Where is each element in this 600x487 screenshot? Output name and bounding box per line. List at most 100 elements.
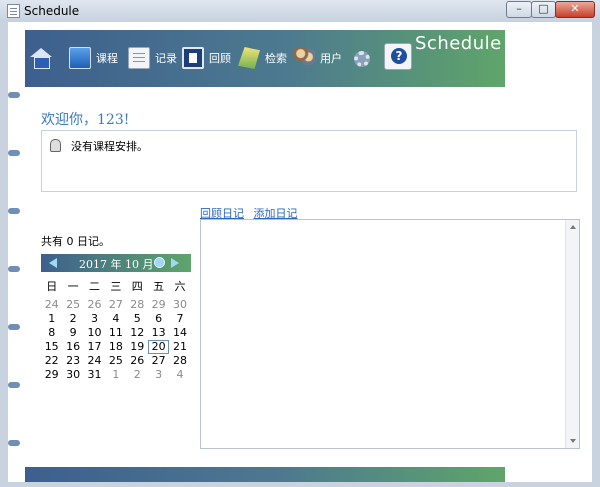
calendar-day[interactable]: 30 [62,368,83,382]
calendar-day[interactable]: 6 [148,312,169,326]
diary-count-text: 共有 0 日记。 [41,235,110,248]
calendar-weekday: 五 [153,280,165,293]
close-button[interactable]: ✕ [555,1,595,18]
calendar-next-arrow-icon[interactable] [171,258,179,268]
course-panel: 没有课程安排。 [41,130,577,192]
calendar-day[interactable]: 24 [84,354,105,368]
calendar-day[interactable]: 4 [105,312,126,326]
welcome-heading: 欢迎你，123! [41,112,130,128]
course-empty-text: 没有课程安排。 [71,140,148,153]
help-icon[interactable] [384,43,412,70]
toolbar-course-label: 课程 [96,52,118,65]
calendar-day[interactable]: 7 [169,312,190,326]
gear-icon[interactable] [354,51,370,67]
calendar-day[interactable]: 3 [148,368,169,382]
diary-text-area[interactable] [200,219,580,449]
user-icon [293,47,315,69]
window-title: Schedule [24,4,80,18]
toolbar-record-button[interactable]: 记录 [128,44,177,72]
toolbar-search-label: 检索 [265,52,287,65]
toolbar-review-button[interactable]: 回顾 [182,44,231,72]
calendar-day[interactable]: 2 [62,312,83,326]
calendar-day[interactable]: 18 [105,340,126,354]
binding-ring [8,150,20,156]
course-icon [69,47,91,69]
calendar-day[interactable]: 25 [105,354,126,368]
toolbar-search-button[interactable]: 检索 [238,44,287,72]
calendar-day[interactable]: 3 [84,312,105,326]
calendar-day[interactable]: 26 [127,354,148,368]
calendar-day[interactable]: 14 [169,326,190,340]
binding-ring [8,440,20,446]
calendar-day[interactable]: 29 [41,368,62,382]
binding-ring [8,266,20,272]
calendar-day[interactable]: 11 [105,326,126,340]
brand-logo: Schedule [415,33,502,54]
calendar-day[interactable]: 29 [148,298,169,312]
calendar-weekday: 三 [110,280,122,293]
calendar-day[interactable]: 31 [84,368,105,382]
calendar-prev-arrow-icon[interactable] [49,258,57,268]
calendar-day[interactable]: 21 [169,340,190,354]
calendar-week-row: 29 30 31 1 2 3 4 [41,368,191,382]
calendar-day[interactable]: 1 [105,368,126,382]
calendar-day[interactable]: 27 [148,354,169,368]
calendar-day[interactable]: 28 [169,354,190,368]
search-icon [238,47,260,69]
toolbar-review-label: 回顾 [209,52,231,65]
bell-icon [50,139,61,152]
binding-ring [8,208,20,214]
calendar-week-row: 1234567 [41,312,191,326]
calendar-grid: 日一二三四五六 24 25 26 27 28 29 30 1 2 3 4 5 6 7 8 9 10 11 12 13 14… [41,278,191,382]
home-icon[interactable] [30,48,52,69]
toolbar: 课程 记录 回顾 检索 用户 Schedule [25,30,505,87]
minimize-button[interactable]: – [506,1,532,18]
calendar-day[interactable]: 1 [41,312,62,326]
calendar-day[interactable]: 27 [105,298,126,312]
calendar-day[interactable]: 2 [127,368,148,382]
calendar-day[interactable]: 23 [62,354,83,368]
calendar-day[interactable]: 22 [41,354,62,368]
calendar-weekday: 四 [131,280,143,293]
calendar-day[interactable]: 30 [169,298,190,312]
calendar-day[interactable]: 19 [127,340,148,354]
calendar-day[interactable]: 4 [169,368,190,382]
binding-ring [8,92,20,98]
calendar-day[interactable]: 16 [62,340,83,354]
record-icon [128,47,150,69]
calendar-day[interactable]: 28 [127,298,148,312]
scroll-up-icon[interactable] [570,225,576,229]
calendar-day[interactable]: 12 [127,326,148,340]
calendar-day[interactable]: 25 [62,298,83,312]
calendar-day[interactable]: 5 [127,312,148,326]
binding-ring [8,382,20,388]
calendar-week-row: 8 9 10 11 12 13 14 [41,326,191,340]
maximize-button[interactable]: □ [531,1,556,18]
calendar-day[interactable]: 17 [84,340,105,354]
calendar-day[interactable]: 26 [84,298,105,312]
title-bar[interactable]: Schedule – □ ✕ [0,0,600,22]
calendar-day[interactable]: 24 [41,298,62,312]
vertical-scrollbar[interactable] [565,220,579,448]
calendar-day-today[interactable]: 20 [147,340,170,354]
calendar-day[interactable]: 15 [41,340,62,354]
scroll-down-icon[interactable] [570,439,576,443]
calendar-day[interactable]: 8 [41,326,62,340]
toolbar-course-button[interactable]: 课程 [69,44,118,72]
calendar-day[interactable]: 13 [148,326,169,340]
footer-bar [25,467,505,482]
calendar-week-row: 24 25 26 27 28 29 30 [41,298,191,312]
calendar-weekday-row: 日一二三四五六 [41,278,191,298]
calendar-week-row: 22 23 24 25 26 27 28 [41,354,191,368]
toolbar-user-label: 用户 [320,52,342,65]
app-window: Schedule – □ ✕ 课程 记录 回顾 检索 用户 ? Schedule… [0,0,600,487]
calendar-day[interactable]: 9 [62,326,83,340]
calendar-day[interactable]: 10 [84,326,105,340]
review-icon [182,47,204,69]
toolbar-user-button[interactable]: 用户 [293,44,342,72]
binding-ring [8,324,20,330]
toolbar-record-label: 记录 [155,52,177,65]
calendar-weekday: 一 [67,280,79,293]
app-icon [7,4,20,18]
calendar-today-icon[interactable] [154,257,165,268]
